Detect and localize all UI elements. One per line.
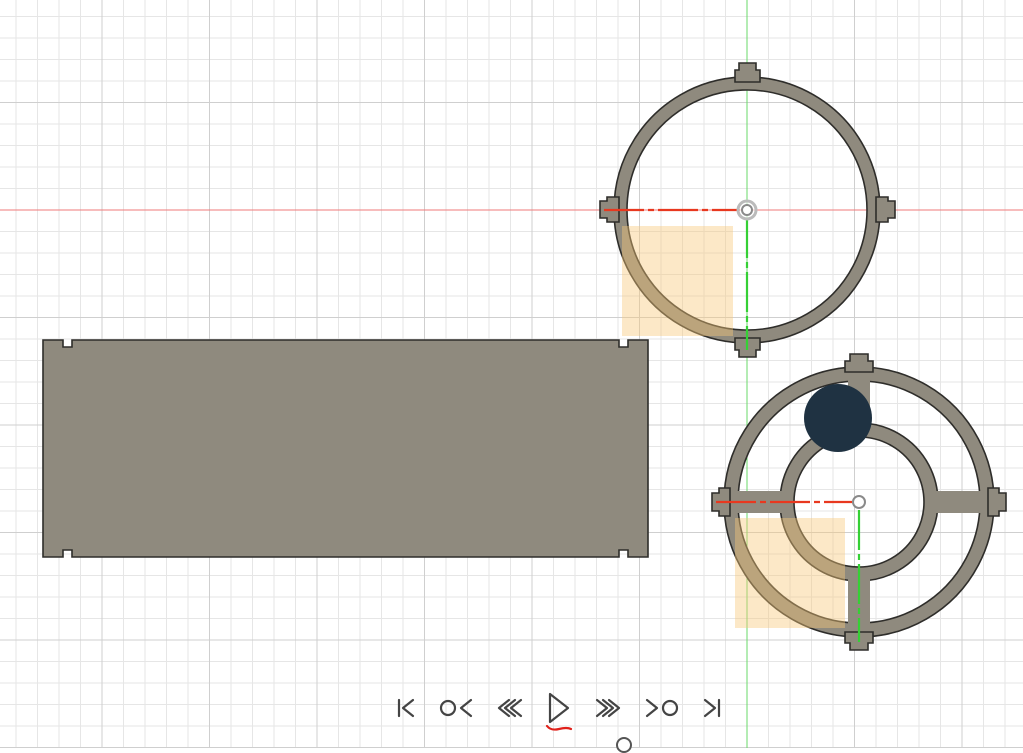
step-forward-keyframe-button[interactable] bbox=[643, 688, 679, 728]
skip-to-start-button[interactable] bbox=[393, 688, 419, 728]
step-back-keyframe-icon bbox=[439, 698, 473, 718]
selection-highlight-outer-ring bbox=[622, 226, 733, 336]
rewind-icon bbox=[497, 698, 523, 718]
fast-forward-button[interactable] bbox=[593, 688, 623, 728]
selection-highlight-spoked-ring bbox=[735, 518, 845, 628]
side-wall-panel[interactable] bbox=[42, 339, 649, 558]
play-icon bbox=[548, 692, 570, 724]
fast-forward-icon bbox=[595, 698, 621, 718]
skip-to-start-icon bbox=[397, 698, 415, 718]
skip-to-end-button[interactable] bbox=[699, 688, 725, 728]
design-viewport[interactable] bbox=[0, 0, 1023, 748]
step-back-keyframe-button[interactable] bbox=[439, 688, 475, 728]
rewind-button[interactable] bbox=[495, 688, 525, 728]
step-forward-keyframe-icon bbox=[645, 698, 679, 718]
active-play-underline bbox=[545, 724, 573, 731]
timeline-scrubber-handle[interactable] bbox=[616, 737, 632, 753]
skip-to-end-icon bbox=[703, 698, 721, 718]
timeline-playback-controls bbox=[393, 686, 725, 731]
play-button[interactable] bbox=[545, 688, 573, 731]
cursor-marker bbox=[804, 384, 872, 452]
